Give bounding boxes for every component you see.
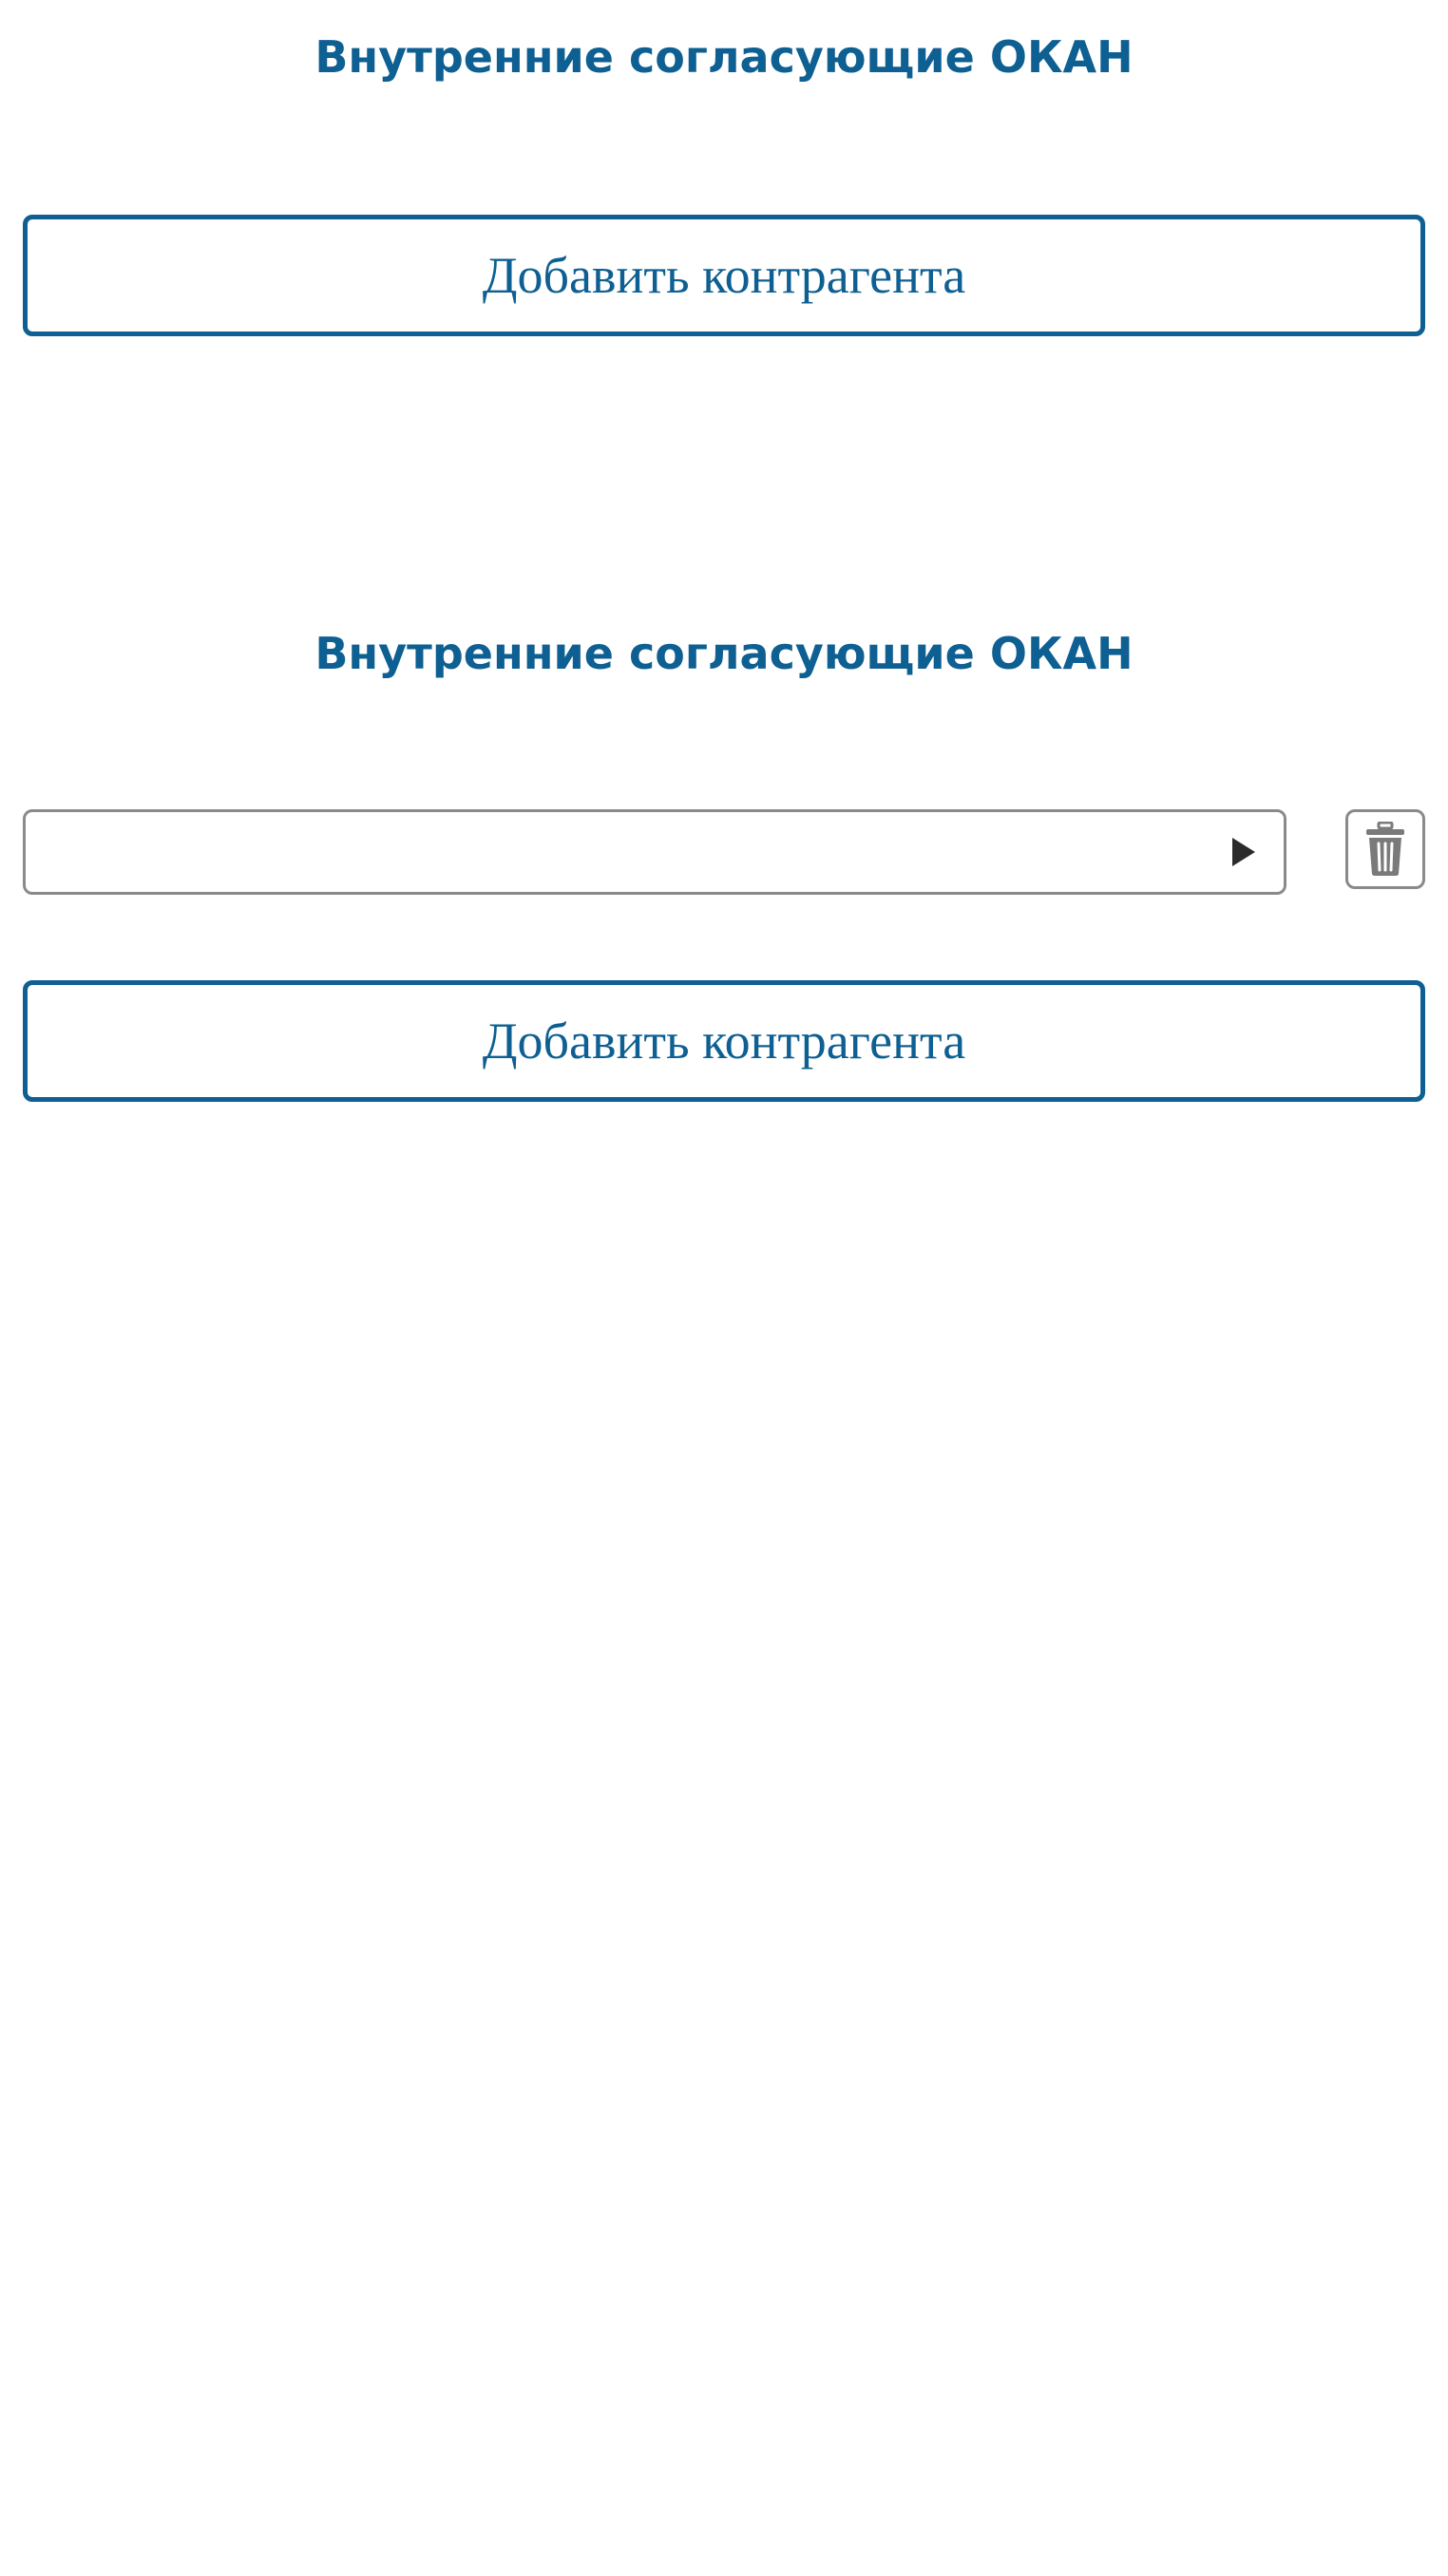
counterparty-select[interactable] xyxy=(23,809,1286,895)
section-title-2: Внутренние согласующие ОКАН xyxy=(314,628,1134,679)
delete-counterparty-button[interactable] xyxy=(1345,809,1425,889)
add-counterparty-button-1[interactable]: Добавить контрагента xyxy=(23,215,1425,336)
section-title-1: Внутренние согласующие ОКАН xyxy=(314,31,1134,83)
play-arrow-icon xyxy=(1232,838,1255,866)
add-counterparty-button-2[interactable]: Добавить контрагента xyxy=(23,980,1425,1102)
trash-icon xyxy=(1366,822,1404,876)
